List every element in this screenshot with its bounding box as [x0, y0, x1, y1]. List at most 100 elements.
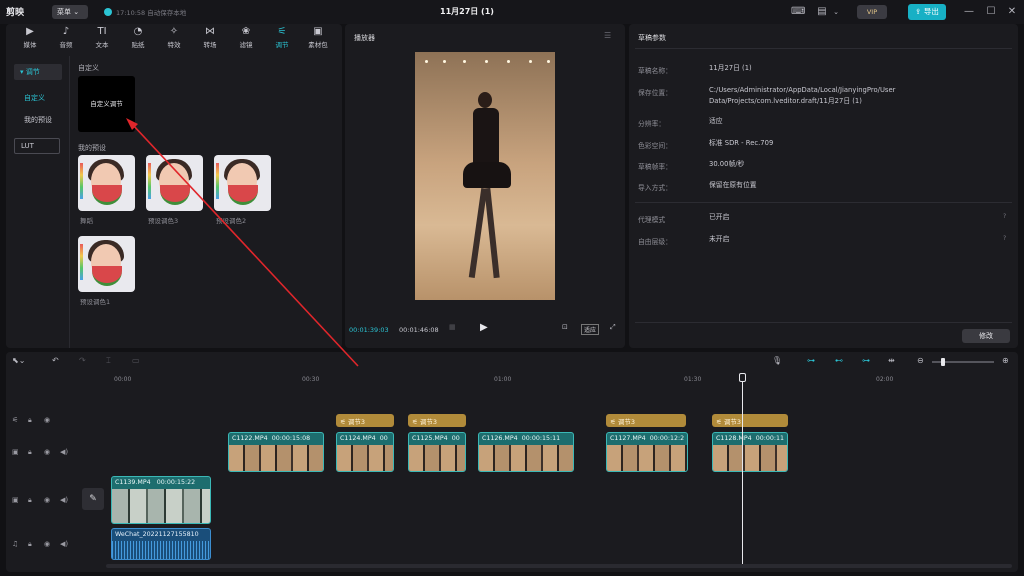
ratio-button[interactable]: 适应 [581, 324, 600, 335]
link-main-track-icon[interactable]: ⊶ [807, 356, 815, 365]
lock-icon[interactable]: 🔒︎ [28, 540, 32, 549]
redo-icon[interactable]: ↷ [79, 356, 86, 365]
minimize-icon[interactable]: — [962, 5, 976, 19]
close-icon[interactable]: ✕ [1005, 5, 1019, 19]
sidebar-item-adjust[interactable]: ▾ 调节 [14, 64, 62, 80]
eye-icon[interactable]: ◉ [44, 496, 50, 504]
effects-icon: ✧ [169, 26, 179, 37]
audio-clip[interactable]: WeChat_20221127155810 [111, 528, 211, 560]
autosave-text: 17:10:58 自动保存本地 [116, 9, 187, 17]
magnet-icon[interactable]: ⊷ [835, 356, 843, 365]
zoom-slider-handle[interactable] [941, 358, 945, 366]
sidebar-item-lut[interactable]: LUT [14, 138, 60, 154]
video-clip[interactable]: C1122.MP4 00:00:15:08 [228, 432, 324, 472]
custom-adjust-card[interactable]: 自定义调节 [78, 76, 135, 132]
menu-button[interactable]: 菜单 ⌄ [52, 5, 88, 19]
fullscreen-region-icon[interactable]: ⊡ [562, 323, 568, 331]
eye-icon[interactable]: ◉ [44, 448, 50, 456]
video-clip[interactable]: C1125.MP4 00 [408, 432, 466, 472]
grid-icon[interactable]: ▦ [449, 323, 456, 331]
preset-card[interactable] [214, 155, 271, 211]
tool-transition[interactable]: ⋈ 转场 [192, 24, 228, 52]
tool-text[interactable]: TI 文本 [84, 24, 120, 52]
lock-icon[interactable]: 🔒︎ [28, 448, 32, 457]
clip-duration: 00 [379, 435, 388, 442]
help-icon[interactable]: ? [1003, 213, 1006, 220]
clip-name: C1124.MP4 [340, 435, 376, 442]
adjust-clip[interactable]: ⚟ 调节3 [712, 414, 788, 427]
video-clip[interactable]: C1127.MP4 00:00:12:2 [606, 432, 688, 472]
eye-icon[interactable]: ◉ [44, 416, 50, 424]
tool-package[interactable]: ▣ 素材包 [300, 24, 336, 52]
tool-effects[interactable]: ✧ 特效 [156, 24, 192, 52]
sidebar-item-my-presets[interactable]: 我的预设 [18, 112, 66, 128]
clip-thumbnails [409, 445, 465, 471]
clip-header: C1126.MP4 00:00:15:11 [479, 433, 573, 445]
preview-axis-icon[interactable]: ⇹ [888, 356, 895, 365]
prop-label: 草稿名称： [638, 67, 672, 75]
sidebar-item-custom[interactable]: 自定义 [18, 90, 66, 106]
ruler-tick: 01:00 [494, 376, 512, 383]
tool-filter[interactable]: ❀ 滤镜 [228, 24, 264, 52]
split-icon[interactable]: ⌶ [106, 356, 111, 366]
divider [635, 202, 1012, 203]
preset-name: 预设调色1 [80, 298, 111, 306]
clip-header: C1125.MP4 00 [409, 433, 465, 445]
help-icon[interactable]: ? [1003, 235, 1006, 242]
adjust-clip[interactable]: ⚟ 调节3 [606, 414, 686, 427]
adjust-clip[interactable]: ⚟ 调节3 [408, 414, 466, 427]
video-clip[interactable]: C1128.MP4 00:00:11 [712, 432, 788, 472]
playhead-handle[interactable] [739, 373, 746, 382]
modify-button[interactable]: 修改 [962, 329, 1010, 343]
tool-sticker[interactable]: ◔ 贴纸 [120, 24, 156, 52]
title-bar: 剪映 菜单 ⌄ 17:10:58 自动保存本地 11月27日 (1) ⌨ ▤ ⌄… [0, 0, 1024, 24]
vip-button[interactable]: VIP [857, 5, 887, 19]
keyboard-icon[interactable]: ⌨ [791, 5, 805, 19]
video-clip[interactable]: C1126.MP4 00:00:15:11 [478, 432, 574, 472]
fullscreen-icon[interactable]: ⤢ [610, 323, 616, 332]
speaker-icon[interactable]: ◀) [60, 496, 68, 504]
speaker-icon[interactable]: ◀) [60, 540, 68, 548]
lock-icon[interactable]: 🔒︎ [28, 496, 32, 505]
audio-waveform [112, 541, 210, 559]
zoom-out-icon[interactable]: ⊖ [917, 356, 924, 365]
menu-lines-icon[interactable]: ☰ [604, 31, 611, 40]
preset-card[interactable] [78, 155, 135, 211]
main-track-clip[interactable]: C1139.MP4 00:00:15:22 [111, 476, 211, 524]
ruler-tick: 02:00 [876, 376, 894, 383]
preset-card[interactable] [146, 155, 203, 211]
linkage-icon[interactable]: ⊶ [862, 356, 870, 365]
select-cursor-icon[interactable]: ⬉⌄ [12, 356, 25, 365]
maximize-icon[interactable]: ☐ [984, 5, 998, 19]
tool-media[interactable]: ▶ 媒体 [12, 24, 48, 52]
tool-audio[interactable]: ♪ 音频 [48, 24, 84, 52]
preset-name: 预设调色3 [148, 217, 179, 225]
prop-value: 适应 [709, 117, 723, 125]
horizontal-scrollbar[interactable] [106, 564, 1012, 568]
clip-thumbnails [607, 445, 687, 471]
lock-icon[interactable]: 🔒︎ [28, 416, 32, 425]
export-button[interactable]: ⇪ 导出 [908, 4, 946, 20]
video-preview[interactable] [415, 52, 555, 300]
preset-card[interactable] [78, 236, 135, 292]
tool-label: 贴纸 [131, 41, 145, 49]
microphone-icon[interactable]: 🎙 [772, 356, 782, 365]
video-clip[interactable]: C1124.MP4 00 [336, 432, 394, 472]
delete-icon[interactable]: ▭ [132, 356, 140, 365]
playhead[interactable] [742, 376, 743, 564]
caret-down-icon: ▾ [20, 68, 24, 76]
adjust-clip[interactable]: ⚟ 调节3 [336, 414, 394, 427]
prop-label: 草稿帧率： [638, 163, 672, 171]
layout-chevron-icon[interactable]: ⌄ [829, 5, 843, 19]
prop-label: 分辨率： [638, 120, 666, 128]
tool-adjust[interactable]: ⚟ 调节 [264, 24, 300, 52]
cover-edit-button[interactable]: ✎ [82, 488, 104, 510]
divider [635, 48, 1012, 49]
zoom-in-icon[interactable]: ⊕ [1002, 356, 1009, 365]
eye-icon[interactable]: ◉ [44, 540, 50, 548]
layout-icon[interactable]: ▤ [815, 5, 829, 19]
speaker-icon[interactable]: ◀) [60, 448, 68, 456]
prop-value: 30.00帧/秒 [709, 160, 745, 168]
undo-icon[interactable]: ↶ [52, 356, 59, 365]
play-button[interactable]: ▶ [480, 322, 490, 334]
